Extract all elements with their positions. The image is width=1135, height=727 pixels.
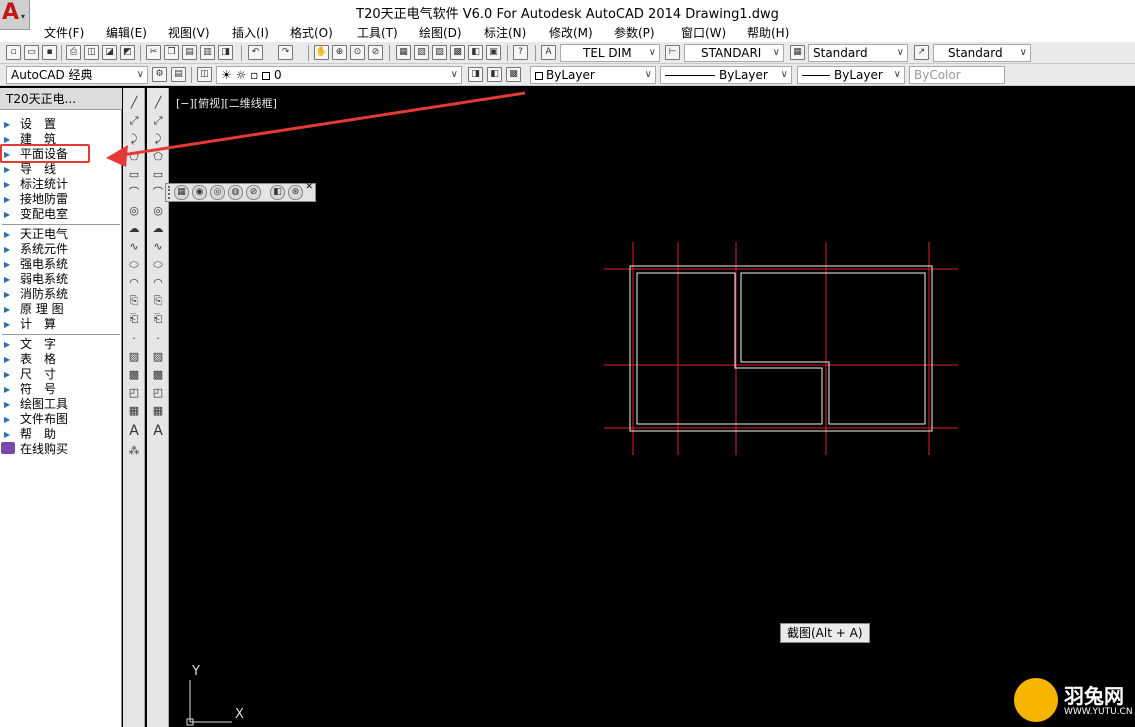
orbit-icon[interactable]: ◉ xyxy=(192,185,207,200)
free-orbit-icon[interactable]: ◎ xyxy=(210,185,225,200)
highlight-box xyxy=(0,144,90,163)
autocad-logo-icon: A xyxy=(2,0,20,25)
screenshot-tooltip: 截图(Alt + A) xyxy=(780,623,870,643)
steering-wheel-icon[interactable]: ⊛ xyxy=(288,185,303,200)
viewport-grid-icon[interactable]: ▦ xyxy=(174,185,189,200)
rabbit-logo-icon xyxy=(1014,678,1058,722)
continuous-orbit-icon[interactable]: ◍ xyxy=(228,185,243,200)
watermark: 羽兔网 WWW.YUTU.CN xyxy=(1008,674,1135,727)
adjust-distance-icon[interactable]: ⊘ xyxy=(246,185,261,200)
floating-view-toolbar: ▦ ◉ ◎ ◍ ⊘ ◧ ⊛ ✕ xyxy=(165,182,316,202)
close-icon[interactable]: ✕ xyxy=(305,182,313,192)
model-space-canvas[interactable] xyxy=(0,0,1135,727)
axis-grid xyxy=(604,242,958,455)
grip-handle[interactable] xyxy=(168,186,171,199)
ucs-icon xyxy=(186,680,232,726)
room-right xyxy=(740,272,926,425)
room-left xyxy=(636,272,823,425)
ucs-y-label: Y xyxy=(192,664,200,679)
wall-outline xyxy=(629,265,933,432)
application-menu-button[interactable]: A ▾ xyxy=(0,0,30,30)
watermark-url: WWW.YUTU.CN xyxy=(1064,707,1133,717)
dropdown-arrow-icon: ▾ xyxy=(21,12,26,21)
view-cube-icon[interactable]: ◧ xyxy=(270,185,285,200)
outer-wall xyxy=(629,265,933,432)
watermark-text: 羽兔网 xyxy=(1064,684,1124,708)
annotation-arrow xyxy=(106,91,526,167)
ucs-x-label: X xyxy=(235,707,244,722)
